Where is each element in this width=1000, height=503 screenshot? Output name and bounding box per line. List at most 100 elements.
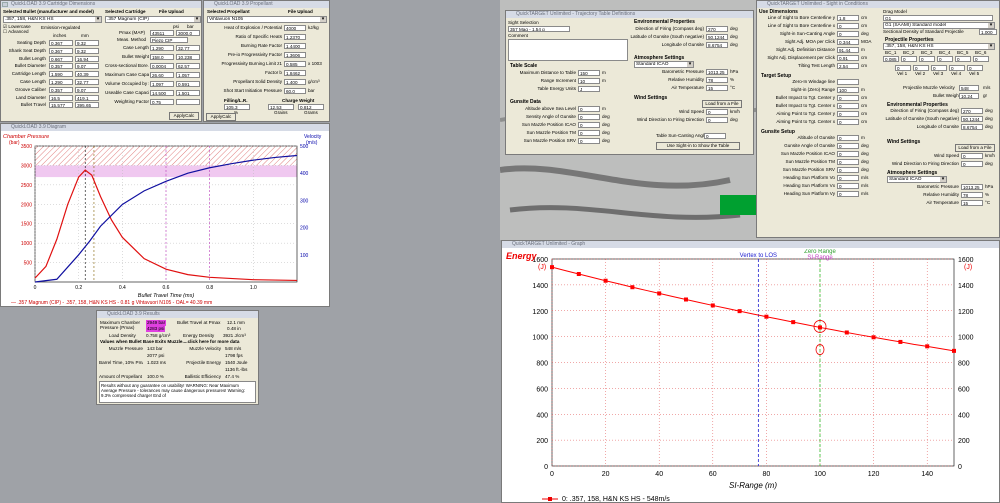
row-value-field[interactable]: 0 <box>961 153 983 159</box>
file-upload-label[interactable]: File Upload <box>159 9 184 15</box>
row-value-field-2[interactable]: 16.94 <box>75 55 99 62</box>
row-value-field[interactable]: J <box>578 86 600 92</box>
pmax-bar-field[interactable]: 3000.0 <box>176 30 200 36</box>
row-value-field[interactable]: 50.1244 <box>706 34 728 40</box>
row-value-field[interactable]: 270 <box>706 26 728 32</box>
bc-field[interactable]: 0.085 <box>883 56 899 62</box>
proj-select[interactable]: .357, 158, H&N KS HS <box>883 43 995 50</box>
row-value-field[interactable]: 16.5 <box>49 94 73 101</box>
row-value-field[interactable]: 0.367 <box>49 40 73 46</box>
row-value-field[interactable]: 0.0004 <box>150 63 174 69</box>
row-value-field[interactable]: 0 <box>837 135 859 141</box>
row-value-field[interactable]: 0 <box>837 191 859 197</box>
row-value-field[interactable]: 0 <box>578 114 600 120</box>
propellant-applycalc-button[interactable]: ApplyCalc <box>206 113 236 121</box>
row-value-field-2[interactable] <box>176 99 200 105</box>
row-value-field[interactable]: 2.54 <box>837 63 859 69</box>
row-value-field[interactable]: 10 <box>578 78 600 84</box>
propellant-select[interactable]: Vihtavuori N105 <box>207 16 327 23</box>
row-value-field[interactable]: 0.367 <box>49 47 73 54</box>
si-atm-select[interactable]: Standard ICAO <box>887 176 947 183</box>
row-value-field-2[interactable]: 395.65 <box>75 102 99 109</box>
row-value-field[interactable]: 0 <box>837 95 859 101</box>
row-value-field[interactable]: 15 <box>961 200 983 206</box>
row-value-field[interactable]: 0.75 <box>150 99 174 105</box>
row-value-field[interactable]: 150 <box>578 70 600 76</box>
trajectory-titlebar[interactable]: QuickTARGET Unlimited - Trajectory Table… <box>506 11 753 18</box>
propellant-file-upload[interactable]: File Upload <box>288 9 313 15</box>
row-value-field[interactable]: 0 <box>837 151 859 157</box>
cartridge-applycalc-button[interactable]: ApplyCalc <box>169 112 199 120</box>
row-value-field[interactable]: 8.6754 <box>961 124 983 130</box>
row-value-field[interactable]: 15.577 <box>49 102 73 109</box>
row-value-field[interactable]: 0.91 <box>837 55 859 61</box>
row-value-field-2[interactable]: 32.77 <box>75 79 99 85</box>
row-value-field[interactable]: 1013.25 <box>706 69 728 75</box>
row-value-field[interactable]: 0 <box>837 175 859 181</box>
row-value-field[interactable]: 0.357 <box>49 86 73 93</box>
row-value-field[interactable]: 50.1244 <box>961 116 983 122</box>
row-value-field-2[interactable]: 10.238 <box>176 54 200 60</box>
energy-titlebar[interactable]: QuickTARGET Unlimited - Graph <box>502 241 999 248</box>
row-value-field[interactable]: 0 <box>837 103 859 109</box>
traj-atm-select[interactable]: Standard ICAO <box>634 61 694 68</box>
si-wind-load-button[interactable]: Load from a File <box>955 144 995 152</box>
cartridge-select[interactable]: .357 Magnum (CIP) <box>105 16 201 23</box>
row-value-field-2[interactable]: 9.32 <box>75 47 99 54</box>
row-value-field[interactable]: 0 <box>578 138 600 144</box>
row-value-field[interactable] <box>837 79 859 85</box>
row-value-field[interactable]: 78 <box>961 192 983 198</box>
table-sun-field[interactable]: 0 <box>704 133 726 139</box>
row-value-field[interactable]: 0.344 <box>837 39 859 45</box>
row-value-field[interactable]: 8.6754 <box>706 42 728 48</box>
bc-field[interactable]: 0 <box>973 56 989 62</box>
row-value-field[interactable]: 0 <box>837 183 859 189</box>
propellant-window-titlebar[interactable]: QuickLOAD 3.9 Propellant <box>204 1 329 8</box>
row-value-field[interactable]: 14.500 <box>150 90 174 96</box>
row-value-field-2[interactable]: 40.39 <box>75 71 99 78</box>
row-value-field[interactable]: 1.8462 <box>284 70 306 76</box>
comment-field[interactable] <box>508 39 628 61</box>
results-titlebar[interactable]: QuickLOAD 3.9 Results <box>97 311 258 318</box>
row-value-field[interactable]: 1.400 <box>284 79 306 85</box>
muzzle-vel-field[interactable]: 548 <box>959 85 979 91</box>
traj-wind-load-button[interactable]: Load from a File <box>702 100 742 108</box>
row-value-field[interactable]: 0 <box>706 117 728 123</box>
row-value-field[interactable]: 1.290 <box>49 79 73 85</box>
row-value-field-2[interactable]: 1.501 <box>176 90 200 96</box>
pressure-chart-titlebar[interactable]: QuickLOAD 3.9 Diagram <box>1 124 329 131</box>
bc-field[interactable]: 0 <box>955 56 971 62</box>
row-value-field-2[interactable]: 9.07 <box>75 63 99 70</box>
pmax-psi-field[interactable]: 43511 <box>150 30 174 36</box>
row-value-field[interactable]: 0 <box>578 130 600 136</box>
bullet-weight-field[interactable]: 10.24 <box>959 93 979 99</box>
row-value-field[interactable]: 1.097 <box>150 81 174 87</box>
row-value-field[interactable]: 0 <box>961 161 983 167</box>
row-value-field[interactable]: 0 <box>578 122 600 128</box>
row-value-field[interactable]: 158.0 <box>150 54 174 60</box>
cartridge-window-titlebar[interactable]: QuickLOAD 3.9 Cartridge Dimensions <box>1 1 201 8</box>
meas-method-field[interactable]: Piezo CIP <box>150 37 188 43</box>
row-value-field-2[interactable]: 32.77 <box>176 45 200 51</box>
row-value-field[interactable]: 0 <box>837 119 859 125</box>
row-value-field[interactable]: 1013.25 <box>961 184 983 190</box>
row-value-field[interactable]: 15 <box>706 85 728 91</box>
row-value-field-2[interactable]: 9.32 <box>75 40 99 46</box>
row-value-field[interactable]: 91.44 <box>837 47 859 53</box>
row-value-field[interactable]: 0.585 <box>284 61 306 67</box>
bc-field[interactable]: 0 <box>901 56 917 62</box>
row-value-field[interactable]: 0.357 <box>49 63 73 70</box>
drag-function-select[interactable]: G1 (SAAMI) Standard model <box>883 22 995 29</box>
row-value-field[interactable]: 26.60 <box>150 72 174 78</box>
advanced-checkbox[interactable]: ☐ Advanced <box>3 29 29 35</box>
row-value-field[interactable]: 270 <box>961 108 983 114</box>
row-value-field[interactable]: 1.8 <box>837 15 859 21</box>
bc-field[interactable]: 0 <box>937 56 953 62</box>
row-value-field[interactable]: 1.2370 <box>284 34 306 40</box>
row-value-field[interactable]: 0 <box>837 111 859 117</box>
bullet-select[interactable]: .357, 158, H&N KS HS <box>3 16 102 23</box>
row-value-field[interactable]: 60.0 <box>284 88 306 94</box>
row-value-field-2[interactable]: 62.57 <box>176 63 200 69</box>
row-value-field[interactable]: 4000 <box>284 25 306 31</box>
row-value-field[interactable]: 0 <box>837 167 859 173</box>
